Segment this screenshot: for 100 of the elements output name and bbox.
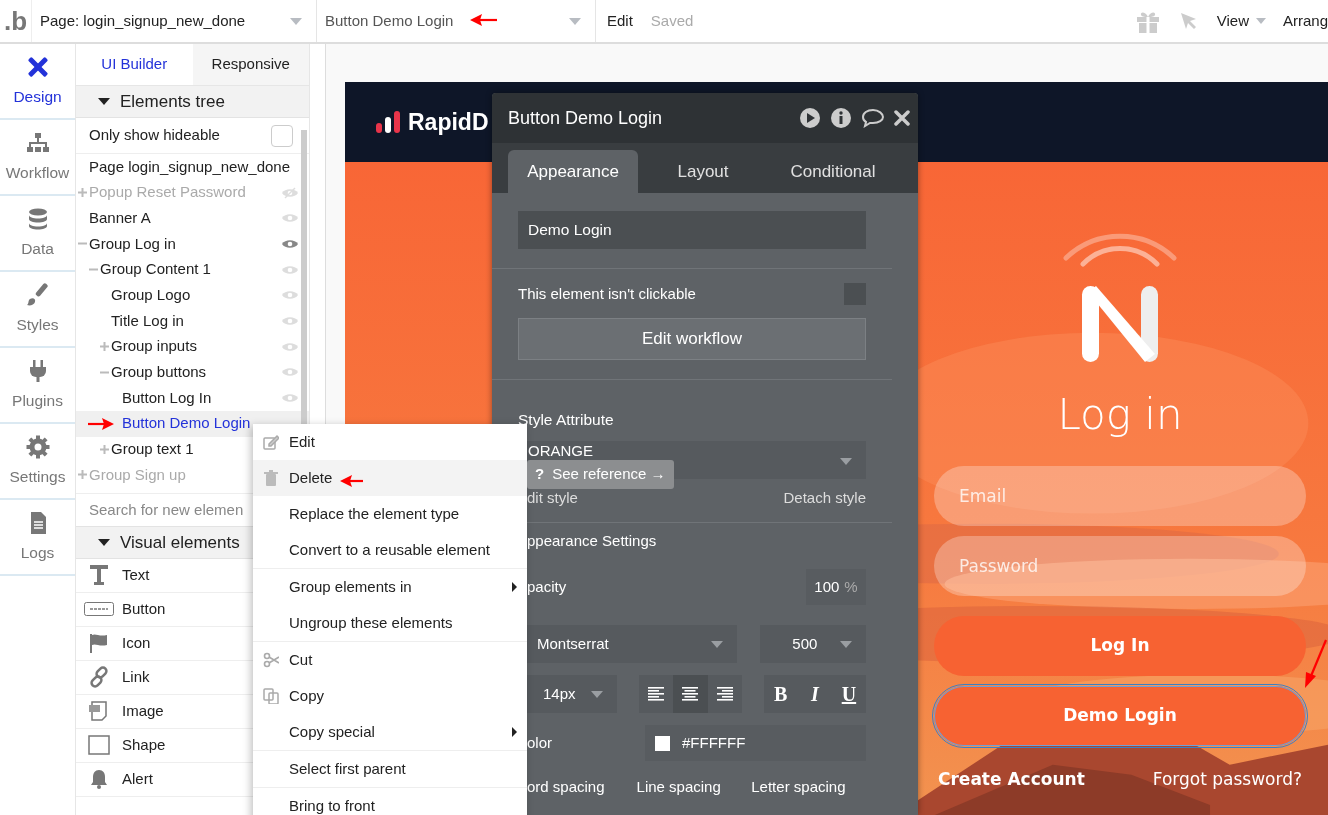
edit-icon — [263, 434, 279, 450]
sidebar-tab[interactable]: Plugins — [0, 348, 75, 424]
element-type-item[interactable]: Shape — [122, 734, 166, 757]
bars-logo-icon — [376, 111, 402, 133]
caret-icon — [1255, 18, 1266, 24]
brand-name: RapidD — [408, 107, 489, 137]
expand-icon[interactable] — [78, 187, 87, 197]
tree-item[interactable]: Group text 1 — [111, 438, 194, 461]
close-icon[interactable] — [894, 110, 910, 126]
align-right-icon — [716, 687, 733, 701]
element-type-item[interactable]: Link — [122, 666, 150, 689]
editor-tab[interactable]: Appearance — [508, 150, 638, 193]
tree-item[interactable]: Group Logo — [111, 284, 191, 307]
element-type-item[interactable]: Button — [122, 598, 166, 621]
menu-item[interactable]: Select first parent — [253, 751, 527, 787]
field-label: Line spacing — [636, 777, 722, 797]
scissors-icon — [263, 652, 279, 668]
menu-item[interactable]: Copy special — [253, 714, 527, 750]
panel-title: Button Demo Login — [508, 106, 663, 130]
save-status: Saved — [650, 10, 694, 31]
sidebar-tab[interactable]: Workflow — [0, 120, 75, 196]
tree-item[interactable]: Title Log in — [111, 309, 184, 333]
edit-workflow-button[interactable]: Edit workflow — [518, 317, 866, 360]
menu-item[interactable]: Group elements in — [253, 569, 527, 605]
caret-icon — [840, 458, 852, 465]
color-field[interactable]: #FFFFFF — [645, 725, 866, 761]
section-title: ppearance Settings — [527, 531, 657, 549]
expand-icon[interactable] — [100, 341, 109, 351]
page-dropdown[interactable]: Page: login_signup_new_done — [32, 0, 317, 42]
brush-icon — [25, 282, 50, 307]
settings-icon — [25, 434, 50, 459]
menu-item[interactable]: Bring to front — [253, 788, 527, 815]
element-type-item[interactable]: Image — [122, 700, 164, 723]
editor-tab[interactable]: Conditional — [768, 150, 898, 193]
text-style-button[interactable]: I — [797, 675, 832, 713]
caret-icon — [591, 690, 604, 698]
sidebar-tab[interactable]: Data — [0, 196, 75, 272]
element-type-item[interactable]: Text — [122, 564, 150, 587]
tree-item[interactable]: Button Log In — [122, 386, 212, 410]
eye-icon[interactable] — [281, 237, 299, 250]
bell-icon — [90, 769, 108, 790]
annotation-arrow — [470, 13, 498, 27]
arrange-menu[interactable]: Arrang — [1282, 9, 1328, 33]
expand-icon[interactable] — [78, 470, 87, 480]
menu-item[interactable]: Ungroup these elements — [253, 605, 527, 641]
button-icon — [84, 602, 114, 617]
info-icon[interactable] — [830, 107, 852, 129]
hidden-eye-icon[interactable] — [281, 186, 299, 199]
sidebar-tab[interactable]: Styles — [0, 272, 75, 348]
edit-menu[interactable]: Edit — [607, 9, 633, 33]
flag-icon — [89, 633, 109, 654]
text-input[interactable]: Demo Login — [518, 211, 866, 249]
app-logo[interactable]: .b — [3, 1, 28, 41]
annotation-arrow — [88, 417, 114, 431]
tree-item[interactable]: Group buttons — [111, 361, 207, 384]
size-dropdown[interactable]: 14px — [527, 675, 618, 713]
play-icon[interactable] — [799, 107, 821, 129]
trash-icon — [263, 470, 279, 486]
text-style-button[interactable]: U — [831, 675, 866, 713]
menu-item[interactable]: Cut — [253, 642, 527, 678]
annotation-arrow — [340, 474, 364, 488]
element-type-item[interactable]: Icon — [122, 632, 151, 655]
menu-item[interactable]: Delete — [253, 460, 527, 496]
submenu-icon — [512, 727, 517, 737]
edit-style-link[interactable]: dit style — [527, 487, 578, 510]
text-link[interactable]: Forgot password? — [1152, 767, 1302, 793]
caret-icon — [290, 17, 302, 25]
font-dropdown[interactable]: Montserrat — [527, 625, 738, 663]
tree-item[interactable]: Group Content 1 — [100, 258, 211, 281]
color-swatch — [655, 735, 670, 751]
text-icon — [89, 564, 109, 587]
caret-icon — [840, 640, 852, 648]
field-label: ord spacing — [527, 777, 606, 797]
sidebar-tab[interactable]: Settings — [0, 424, 75, 500]
weight-dropdown[interactable]: 500 — [760, 625, 866, 663]
detach-style-link[interactable]: Detach style — [783, 487, 866, 510]
tree-item[interactable]: Banner A — [89, 206, 151, 230]
opacity-field[interactable]: 100 % — [806, 569, 866, 605]
filter-label: Only show hideable — [89, 125, 220, 146]
caret-icon — [98, 98, 110, 105]
panel-tab[interactable]: Responsive — [192, 44, 309, 85]
checkbox[interactable] — [271, 124, 293, 147]
view-menu[interactable]: View — [1216, 9, 1249, 33]
section-header[interactable]: Elements tree — [76, 86, 309, 118]
cursor-icon[interactable] — [1179, 12, 1198, 30]
tree-item[interactable]: Group inputs — [111, 335, 197, 358]
text-link[interactable]: Create Account — [938, 767, 1085, 793]
editor-tab[interactable]: Layout — [638, 150, 768, 193]
menu-item[interactable]: Copy — [253, 678, 527, 714]
tree-item[interactable]: Page login_signup_new_done — [89, 155, 290, 179]
sitemap-icon — [25, 130, 50, 155]
text-style-button[interactable]: B — [763, 675, 798, 713]
expand-icon[interactable] — [100, 444, 109, 454]
element-type-item[interactable]: Alert — [122, 768, 153, 791]
comment-icon[interactable] — [861, 108, 885, 128]
align-left-icon — [648, 687, 665, 701]
tree-item[interactable]: Group Log in — [89, 232, 176, 256]
caret-icon — [711, 640, 724, 648]
alignment-button[interactable] — [673, 675, 708, 713]
caret-icon — [98, 538, 110, 546]
